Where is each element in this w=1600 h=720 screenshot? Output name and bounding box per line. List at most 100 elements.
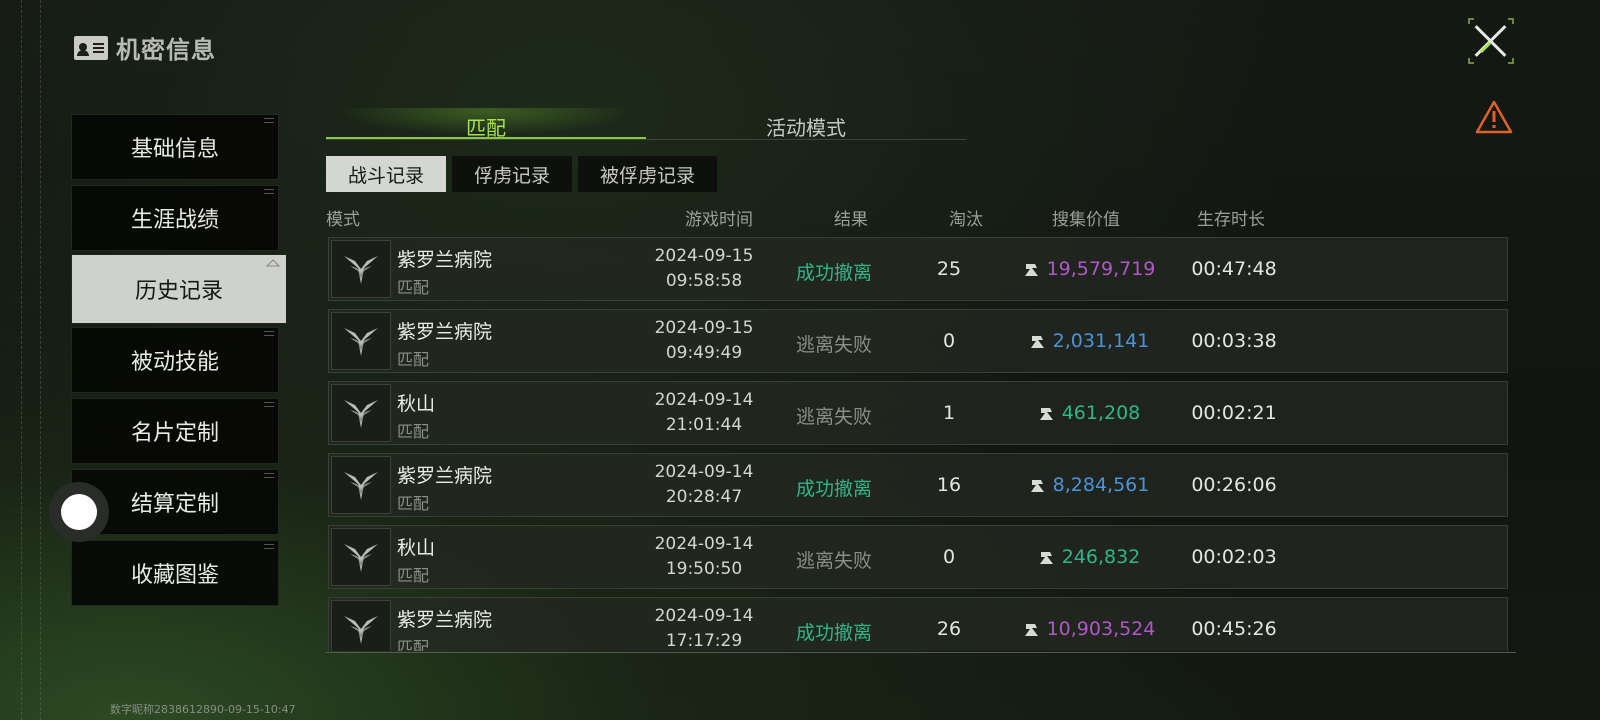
mode-tabs: 匹配 活动模式 xyxy=(326,108,966,140)
table-row[interactable]: 紫罗兰病院 匹配 2024-09-15 09:58:58 成功撤离 25 19,579,71… xyxy=(328,237,1508,301)
game-clock: 09:58:58 xyxy=(665,271,743,291)
subtab-capture-record[interactable]: 俘虏记录 xyxy=(452,156,573,192)
faction-emblem-icon xyxy=(331,600,391,651)
floating-toggle-button[interactable] xyxy=(49,482,109,542)
kill-count: 16 xyxy=(936,474,962,496)
game-time: 2024-09-14 20:28:47 xyxy=(649,460,759,510)
sidebar-item-label: 历史记录 xyxy=(134,279,223,304)
game-clock: 20:28:47 xyxy=(665,487,743,507)
game-clock: 19:50:50 xyxy=(665,559,743,579)
game-clock: 17:17:29 xyxy=(665,631,743,651)
result-status: 逃离失败 xyxy=(795,334,872,356)
coin-icon xyxy=(1038,404,1056,427)
game-date: 2024-09-14 xyxy=(654,606,754,626)
sidebar-item-career-stats[interactable]: 生涯战绩 xyxy=(71,185,279,251)
table-row[interactable]: 紫罗兰病院匹配 2024-09-14 20:28:47 成功撤离 16 8,284,561… xyxy=(328,453,1508,517)
subtab-captured-record[interactable]: 被俘虏记录 xyxy=(578,156,718,192)
faction-emblem-icon xyxy=(331,384,391,442)
coin-icon xyxy=(1029,332,1047,355)
kill-count: 0 xyxy=(942,330,956,352)
table-row[interactable]: 秋山 匹配 2024-09-14 19:50:50 逃离失败 0 246,832 00:02:… xyxy=(328,525,1508,589)
table-row[interactable]: 紫罗兰病院 匹配 2024-09-14 17:17:29 成功撤离 26 10,903,52… xyxy=(328,597,1508,651)
kill-count: 1 xyxy=(942,402,956,424)
page-title: 机密信息 xyxy=(116,36,216,64)
loot-value: 19,579,719 xyxy=(999,258,1179,283)
result-status: 逃离失败 xyxy=(795,550,872,572)
loot-value-amount: 461,208 xyxy=(1061,402,1141,424)
result-status: 成功撤离 xyxy=(795,262,872,284)
record-subtabs: 战斗记录 俘虏记录 被俘虏记录 xyxy=(326,156,718,192)
kill-count: 0 xyxy=(942,546,956,568)
survival-duration: 00:02:21 xyxy=(1191,402,1277,424)
map-name: 紫罗兰病院 xyxy=(397,321,493,343)
match-mode: 匹配 xyxy=(397,422,430,441)
game-date: 2024-09-14 xyxy=(654,462,754,482)
map-name: 秋山 xyxy=(397,393,436,415)
game-time: 2024-09-14 17:17:29 xyxy=(649,604,759,651)
loot-value-amount: 2,031,141 xyxy=(1052,330,1150,352)
table-bottom-divider xyxy=(326,652,1516,653)
game-time: 2024-09-15 09:49:49 xyxy=(649,316,759,366)
game-time: 2024-09-15 09:58:58 xyxy=(649,244,759,294)
page-header: 机密信息 xyxy=(74,30,216,65)
match-mode: 匹配 xyxy=(397,494,430,513)
sidebar-item-card-custom[interactable]: 名片定制 xyxy=(71,398,279,464)
column-header-mode: 模式 xyxy=(326,210,360,230)
sidebar-item-passive-skills[interactable]: 被动技能 xyxy=(71,327,279,393)
loot-value-amount: 10,903,524 xyxy=(1046,618,1156,640)
sidebar-item-basic-info[interactable]: 基础信息 xyxy=(71,114,279,180)
sidebar-item-label: 名片定制 xyxy=(130,421,219,446)
game-clock: 21:01:44 xyxy=(665,415,743,435)
loot-value-amount: 246,832 xyxy=(1061,546,1141,568)
faction-emblem-icon xyxy=(331,456,391,514)
game-date: 2024-09-14 xyxy=(654,390,754,410)
map-name: 紫罗兰病院 xyxy=(397,465,493,487)
sidebar-item-label: 收藏图鉴 xyxy=(130,563,219,588)
id-card-icon xyxy=(74,35,108,60)
result-status: 成功撤离 xyxy=(795,622,872,644)
survival-duration: 00:02:03 xyxy=(1191,546,1277,568)
loot-value-amount: 19,579,719 xyxy=(1046,258,1156,280)
faction-emblem-icon xyxy=(331,528,391,586)
coin-icon xyxy=(1023,620,1041,643)
game-time: 2024-09-14 21:01:44 xyxy=(649,388,759,438)
table-row[interactable]: 紫罗兰病院 匹配 2024-09-15 09:49:49 逃离失败 0 2,031,141 0… xyxy=(328,309,1508,373)
game-clock: 09:49:49 xyxy=(665,343,743,363)
column-header-duration: 生存时长 xyxy=(1197,210,1265,230)
survival-duration: 00:26:06 xyxy=(1191,474,1277,496)
match-mode: 匹配 xyxy=(397,278,430,297)
loot-value: 246,832 xyxy=(999,546,1179,571)
result-status: 逃离失败 xyxy=(795,406,872,428)
subtab-battle-record[interactable]: 战斗记录 xyxy=(326,156,447,192)
survival-duration: 00:47:48 xyxy=(1191,258,1277,280)
faction-emblem-icon xyxy=(331,312,391,370)
column-header-result: 结果 xyxy=(834,210,868,230)
sidebar: 基础信息 生涯战绩 历史记录 被动技能 名片定制 结算定制 收藏图鉴 xyxy=(71,114,287,611)
survival-duration: 00:45:26 xyxy=(1191,618,1277,640)
corner-mark-icon xyxy=(266,259,280,267)
sidebar-item-label: 结算定制 xyxy=(130,492,219,517)
loot-value: 8,284,561 xyxy=(999,474,1179,499)
sidebar-item-history[interactable]: 历史记录 xyxy=(71,254,287,324)
coin-icon xyxy=(1023,260,1041,283)
toggle-knob xyxy=(61,494,97,530)
close-icon[interactable] xyxy=(1468,18,1514,64)
warning-icon[interactable] xyxy=(1475,100,1513,134)
result-status: 成功撤离 xyxy=(795,478,872,500)
table-row[interactable]: 秋山匹配 2024-09-14 21:01:44 逃离失败 1 461,208 00:02:… xyxy=(328,381,1508,445)
match-mode: 匹配 xyxy=(397,566,430,585)
sidebar-item-label: 生涯战绩 xyxy=(130,208,219,233)
sidebar-item-collection[interactable]: 收藏图鉴 xyxy=(71,540,279,606)
game-time: 2024-09-14 19:50:50 xyxy=(649,532,759,582)
edge-decoration-line xyxy=(40,0,41,720)
map-name: 紫罗兰病院 xyxy=(397,249,493,271)
loot-value: 2,031,141 xyxy=(999,330,1179,355)
faction-emblem-icon xyxy=(331,240,391,298)
tab-match[interactable]: 匹配 xyxy=(326,108,646,140)
game-date: 2024-09-15 xyxy=(654,246,754,266)
column-header-value: 搜集价值 xyxy=(1052,210,1120,230)
sidebar-item-label: 被动技能 xyxy=(130,350,219,375)
tab-event-mode[interactable]: 活动模式 xyxy=(646,108,966,140)
history-table: 紫罗兰病院 匹配 2024-09-15 09:58:58 成功撤离 25 19,579,71… xyxy=(326,237,1510,651)
sidebar-item-label: 基础信息 xyxy=(130,137,219,162)
